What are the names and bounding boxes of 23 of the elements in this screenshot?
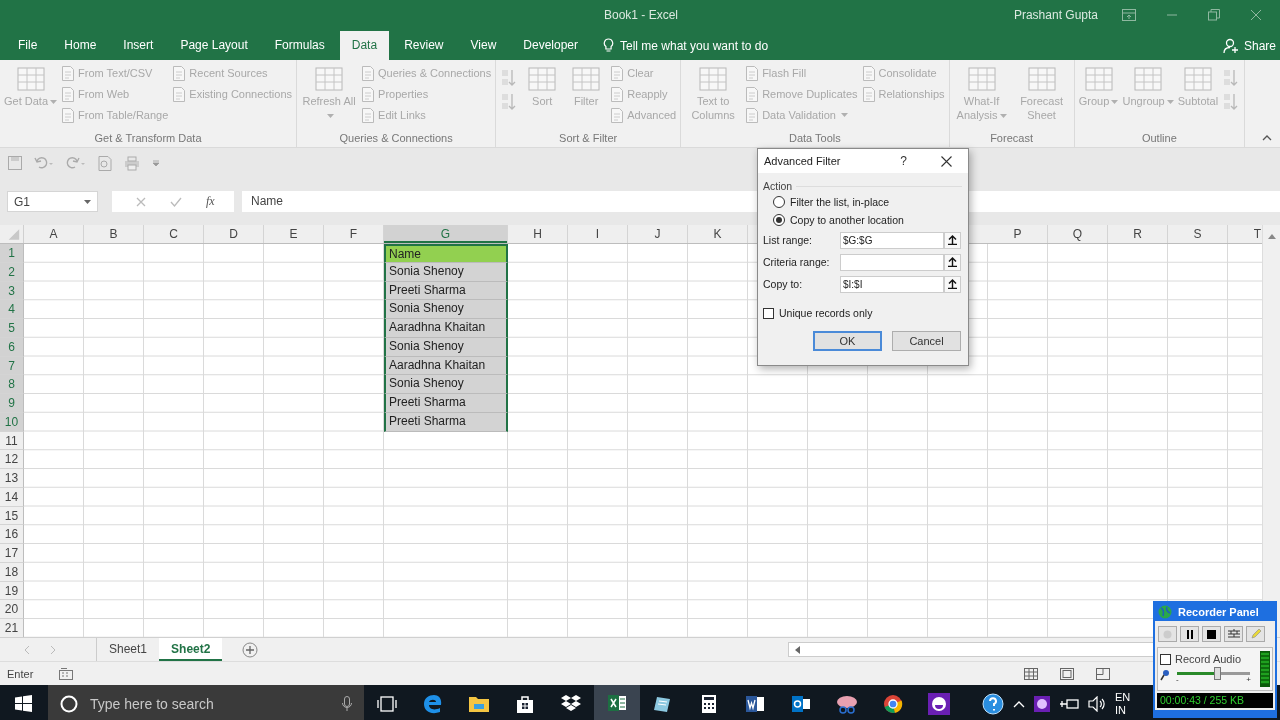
- table-cell: Sonia Shenoy: [384, 375, 508, 394]
- table-cell: Aaradhna Khaitan: [384, 319, 508, 338]
- group-label: Outline: [1140, 132, 1178, 146]
- field-label: Copy to:: [763, 278, 804, 290]
- field-label: Criteria range:: [763, 256, 831, 268]
- group-label: Get & Transform Data: [93, 132, 203, 146]
- slider-min-label: -: [1176, 676, 1179, 684]
- panel-title: Recorder Panel: [1178, 606, 1259, 618]
- slider-max-label: +: [1246, 676, 1251, 684]
- group-label: Forecast: [989, 132, 1034, 146]
- table-cell: Name: [384, 244, 508, 263]
- recording-status: 00:00:43 / 255 KB: [1157, 693, 1273, 708]
- dialog-title: Advanced Filter: [764, 155, 842, 167]
- window-title: Book1 - Excel: [604, 8, 679, 22]
- status-mode: Enter: [7, 667, 34, 680]
- table-cell: Preeti Sharma: [384, 394, 508, 413]
- field-label: List range:: [763, 234, 814, 246]
- group-label: Sort & Filter: [558, 132, 619, 146]
- group-label: Data Tools: [787, 132, 842, 146]
- group-label: Queries & Connections: [338, 132, 454, 146]
- user-name: Prashant Gupta: [1013, 8, 1098, 22]
- section-label: Action: [763, 180, 793, 192]
- table-cell: Sonia Shenoy: [384, 300, 508, 319]
